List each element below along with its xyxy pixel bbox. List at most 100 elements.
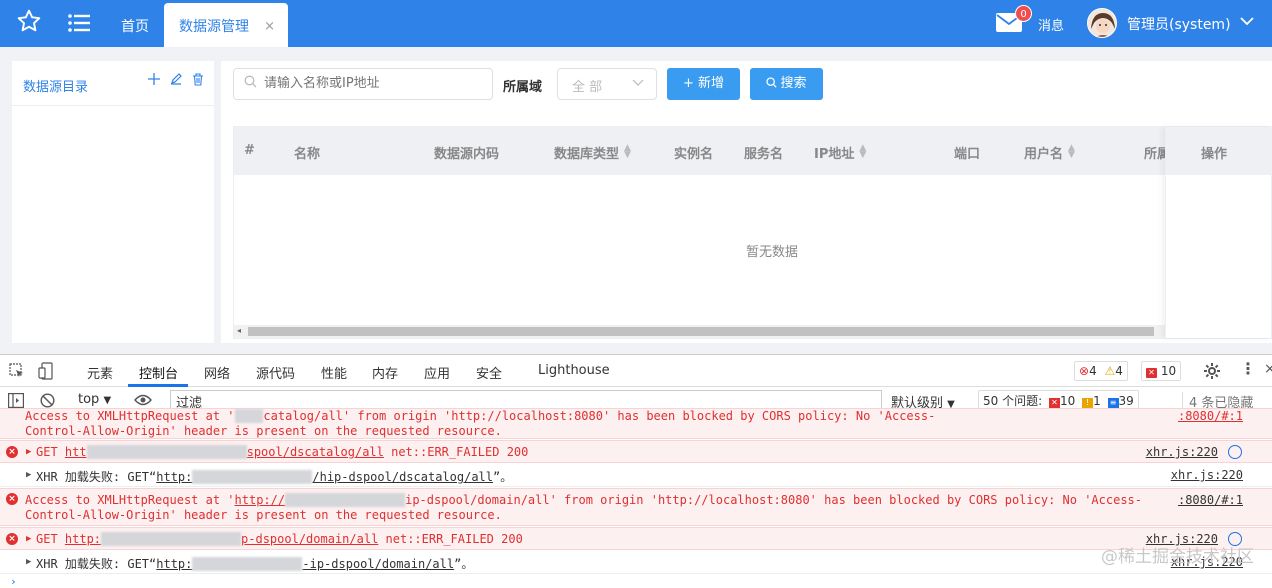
issues-count: 10 bbox=[1160, 364, 1177, 378]
redacted-url: xxxxxxxxxxx bbox=[86, 445, 247, 459]
messages-label[interactable]: 消息 bbox=[1038, 15, 1064, 34]
search-field[interactable] bbox=[233, 68, 493, 100]
star-icon[interactable] bbox=[16, 8, 42, 38]
column-operation: 操作 bbox=[1201, 147, 1228, 162]
issue-icon: ✕ bbox=[1146, 368, 1157, 378]
tab-application[interactable]: 应用 bbox=[424, 363, 450, 382]
issue-warning-icon: ! bbox=[1082, 398, 1094, 408]
tab-performance[interactable]: 性能 bbox=[321, 363, 347, 382]
log-url[interactable]: /hip-dspool/dscatalog/all bbox=[312, 470, 493, 484]
log-text: GET bbox=[36, 445, 65, 459]
console-error-row: × ▶ GET http:xxxxxxxxxxp-dspool/domain/a… bbox=[0, 527, 1272, 550]
log-url[interactable]: htt bbox=[65, 445, 87, 459]
tab-network[interactable]: 网络 bbox=[204, 363, 230, 382]
log-text: net::ERR_FAILED 200 bbox=[383, 445, 529, 459]
log-url-blurred[interactable]: http bbox=[234, 409, 264, 423]
column-username[interactable]: 用户名 ▲ ▼ bbox=[1024, 143, 1075, 163]
tab-console[interactable]: 控制台 bbox=[139, 363, 178, 382]
warning-icon: ⚠ bbox=[1104, 364, 1116, 378]
search-icon bbox=[244, 75, 257, 92]
catalog-toolbar bbox=[148, 73, 204, 90]
settings-gear-icon[interactable] bbox=[1204, 363, 1220, 383]
tab-sources[interactable]: 源代码 bbox=[256, 363, 295, 382]
column-db-type-label: 数据库类型 bbox=[554, 147, 620, 162]
log-text: XHR 加载失败: GET“ bbox=[36, 470, 157, 484]
console-error-row: × Access to XMLHttpRequest at 'http://xx… bbox=[0, 488, 1272, 526]
add-button[interactable]: + 新增 bbox=[667, 68, 740, 100]
redacted-url: xxxxxxxxx bbox=[285, 493, 406, 507]
issues-warning-count: 1 bbox=[1093, 394, 1101, 408]
sort-icon[interactable]: ▲ ▼ bbox=[1068, 144, 1075, 160]
add-icon[interactable] bbox=[148, 73, 160, 90]
console-error-row: Access to XMLHttpRequest at 'httpcatalog… bbox=[0, 408, 1272, 439]
device-toolbar-icon[interactable] bbox=[38, 362, 56, 384]
column-db-type[interactable]: 数据库类型 ▲ ▼ bbox=[554, 143, 631, 163]
log-url[interactable]: -ip-dspool/domain/all bbox=[302, 557, 454, 571]
log-line: Control-Allow-Origin' header is present … bbox=[25, 424, 502, 438]
log-text: Access to XMLHttpRequest at ' bbox=[25, 493, 235, 507]
context-value: top bbox=[78, 392, 100, 407]
edit-icon[interactable] bbox=[170, 73, 182, 90]
tab-security[interactable]: 安全 bbox=[476, 363, 502, 382]
delete-icon[interactable] bbox=[192, 73, 204, 90]
log-url[interactable]: spool/dscatalog/all bbox=[247, 445, 384, 459]
chevron-down-icon: ▼ bbox=[103, 395, 112, 406]
operation-column: 操作 bbox=[1165, 127, 1272, 338]
devtools-panel: 元素 控制台 网络 源代码 性能 内存 应用 安全 Lighthouse ⊗4 … bbox=[0, 354, 1272, 588]
domain-select[interactable]: 全 部 bbox=[557, 68, 657, 100]
error-icon: × bbox=[6, 446, 18, 458]
column-instance-name: 实例名 bbox=[674, 147, 714, 162]
issue-info-icon: ≡ bbox=[1107, 398, 1119, 408]
log-source-link[interactable]: :8080/#:1 bbox=[1178, 409, 1243, 423]
redacted-url: xxxxxxxxx bbox=[192, 470, 313, 484]
sort-icon[interactable]: ▲ ▼ bbox=[624, 144, 631, 160]
tab-datasource-management[interactable]: 数据源管理 × bbox=[164, 3, 288, 47]
log-text: ”。 bbox=[493, 470, 513, 484]
context-selector[interactable]: top ▼ bbox=[78, 392, 111, 407]
datasource-table: # 名称 数据源内码 数据库类型 ▲ ▼ 实例名 服务名 IP地址 ▲ ▼ 端口 用户名… bbox=[233, 126, 1272, 339]
chevron-down-icon[interactable] bbox=[1240, 15, 1254, 30]
expand-caret-icon[interactable]: ▶ bbox=[26, 447, 31, 457]
console-prompt-icon[interactable]: › bbox=[10, 575, 17, 588]
network-request-icon[interactable] bbox=[1228, 445, 1242, 459]
log-text: ”。 bbox=[454, 557, 474, 571]
menu-icon[interactable] bbox=[68, 13, 90, 37]
error-warning-counter[interactable]: ⊗4 ⚠4 bbox=[1074, 361, 1128, 381]
log-url[interactable]: http: bbox=[65, 532, 101, 546]
search-input[interactable] bbox=[264, 76, 484, 91]
sort-icon[interactable]: ▲ ▼ bbox=[859, 144, 866, 160]
log-line: GET http:xxxxxxxxxxp-dspool/domain/all n… bbox=[36, 532, 523, 546]
log-url[interactable]: http:// bbox=[235, 493, 286, 507]
column-ip-address[interactable]: IP地址 ▲ ▼ bbox=[814, 143, 866, 163]
expand-caret-icon[interactable]: ▶ bbox=[26, 470, 31, 480]
tab-memory[interactable]: 内存 bbox=[372, 363, 398, 382]
close-devtools-icon[interactable]: × bbox=[1264, 361, 1272, 377]
tab-lighthouse[interactable]: Lighthouse bbox=[538, 363, 610, 378]
log-url[interactable]: p-dspool/domain/all bbox=[241, 532, 378, 546]
close-icon[interactable]: × bbox=[264, 3, 275, 51]
scrollbar-thumb[interactable] bbox=[248, 327, 1154, 336]
inspect-icon[interactable] bbox=[9, 363, 25, 383]
search-button[interactable]: 搜索 bbox=[750, 68, 823, 100]
user-name[interactable]: 管理员(system) bbox=[1127, 14, 1231, 34]
tab-home[interactable]: 首页 bbox=[108, 0, 162, 47]
log-line: Access to XMLHttpRequest at 'httpcatalog… bbox=[25, 409, 935, 423]
more-options-icon[interactable]: ⋮ bbox=[1240, 361, 1256, 377]
horizontal-scrollbar[interactable]: ◂ bbox=[234, 325, 1165, 338]
tab-label: 数据源管理 bbox=[179, 19, 249, 35]
log-url[interactable]: http: bbox=[156, 557, 192, 571]
log-source-link[interactable]: :8080/#:1 bbox=[1178, 493, 1243, 507]
expand-caret-icon[interactable]: ▶ bbox=[26, 557, 31, 567]
issues-counter[interactable]: ✕ 10 bbox=[1141, 361, 1182, 381]
domain-select-value: 全 部 bbox=[572, 80, 603, 95]
divider bbox=[12, 105, 214, 106]
scroll-left-icon[interactable]: ◂ bbox=[237, 326, 241, 335]
avatar[interactable] bbox=[1087, 8, 1117, 38]
log-url[interactable]: http: bbox=[156, 470, 192, 484]
log-source-link[interactable]: xhr.js:220 bbox=[1171, 468, 1243, 482]
tab-elements[interactable]: 元素 bbox=[87, 363, 113, 382]
expand-caret-icon[interactable]: ▶ bbox=[26, 534, 31, 544]
redacted-url: xxxxxxxx bbox=[192, 557, 303, 571]
issues-info-count: 39 bbox=[1118, 394, 1134, 408]
log-source-link[interactable]: xhr.js:220 bbox=[1146, 445, 1218, 459]
